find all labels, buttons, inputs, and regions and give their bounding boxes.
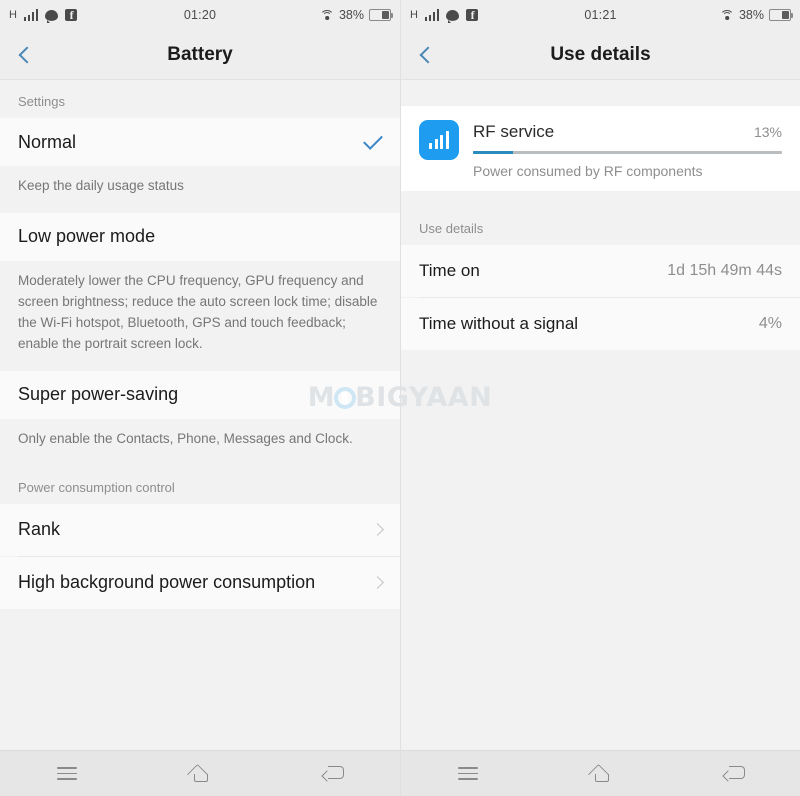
status-bar-left: H 01:20 38%: [0, 0, 400, 30]
right-phone-screen: H 01:21 38% Use details: [400, 0, 800, 796]
back-nav-button[interactable]: [667, 751, 800, 796]
app-subtitle: Power consumed by RF components: [473, 163, 703, 179]
title-bar-right: Use details: [401, 30, 800, 80]
detail-row-time-without-signal: Time without a signal 4%: [401, 298, 800, 350]
mode-row-low-power[interactable]: Low power mode: [0, 212, 400, 261]
top-spacer: [401, 80, 800, 106]
section-header-power-consumption-control: Power consumption control: [0, 465, 400, 504]
usage-progress-fill: [473, 151, 514, 154]
back-icon: [322, 765, 345, 782]
mode-description: Keep the daily usage status: [0, 166, 400, 213]
section-header-settings: Settings: [0, 80, 400, 118]
chevron-right-icon: [371, 523, 384, 536]
check-icon: [363, 130, 383, 150]
chevron-left-icon: [419, 46, 437, 63]
usage-progress-bar: [473, 151, 782, 154]
link-label: Rank: [18, 519, 61, 540]
detail-value: 1d 15h 49m 44s: [667, 262, 782, 279]
card-spacer: [401, 191, 800, 213]
empty-area: [401, 350, 800, 730]
chevron-left-icon: [18, 46, 36, 63]
back-nav-button[interactable]: [267, 751, 400, 796]
battery-icon: [369, 9, 394, 21]
mode-row-normal[interactable]: Normal: [0, 118, 400, 166]
link-row-high-background-power-consumption[interactable]: High background power consumption: [0, 556, 400, 609]
wifi-icon: [719, 9, 734, 21]
menu-icon: [457, 766, 478, 781]
status-bar-clock: 01:21: [584, 8, 617, 22]
navigation-bar-right: [401, 750, 800, 796]
back-button[interactable]: [401, 30, 455, 80]
left-phone-screen: H 01:20 38% Battery Settings Normal: [0, 0, 400, 796]
mode-description: Moderately lower the CPU frequency, GPU …: [0, 260, 400, 371]
status-bar-clock: 01:20: [183, 8, 217, 22]
navigation-bar-left: [0, 750, 400, 796]
section-header-use-details: Use details: [401, 213, 800, 245]
mode-title: Low power mode: [18, 226, 156, 247]
detail-label: Time on: [419, 261, 480, 280]
page-title: Battery: [167, 43, 233, 65]
wifi-icon: [319, 9, 334, 21]
app-usage-card[interactable]: RF service 13% Power consumed by RF comp…: [401, 106, 800, 191]
detail-label: Time without a signal: [419, 314, 579, 333]
menu-button[interactable]: [0, 751, 133, 796]
empty-area: [0, 608, 400, 749]
home-icon: [189, 766, 211, 782]
detail-row-time-on: Time on 1d 15h 49m 44s: [401, 245, 800, 297]
app-percent: 13%: [753, 124, 782, 140]
back-icon: [723, 765, 745, 782]
link-label: High background power consumption: [18, 572, 316, 593]
link-row-rank[interactable]: Rank: [0, 503, 400, 556]
home-button[interactable]: [534, 751, 667, 796]
mode-description: Only enable the Contacts, Phone, Message…: [0, 418, 400, 466]
use-details-list: RF service 13% Power consumed by RF comp…: [401, 80, 800, 750]
home-icon: [590, 766, 612, 782]
page-title: Use details: [550, 43, 651, 65]
menu-button[interactable]: [401, 751, 534, 796]
detail-value: 4%: [758, 315, 782, 332]
signal-bars-app-icon: [419, 120, 459, 160]
battery-icon: [769, 9, 794, 21]
mode-title: Normal: [18, 131, 77, 152]
back-button[interactable]: [0, 30, 54, 80]
mode-row-super-power-saving[interactable]: Super power-saving: [0, 370, 400, 419]
mode-title: Super power-saving: [18, 384, 179, 405]
battery-settings-list: Settings Normal Keep the daily usage sta…: [0, 80, 400, 750]
status-bar-right: H 01:21 38%: [401, 0, 800, 30]
chevron-right-icon: [371, 576, 384, 589]
app-name: RF service: [473, 122, 555, 141]
title-bar-left: Battery: [0, 30, 400, 80]
menu-icon: [56, 766, 77, 781]
app-card-body: RF service 13% Power consumed by RF comp…: [473, 120, 782, 179]
home-button[interactable]: [133, 751, 266, 796]
dual-screenshot-frame: H 01:20 38% Battery Settings Normal: [0, 0, 800, 796]
app-card-header: RF service 13%: [473, 122, 782, 142]
